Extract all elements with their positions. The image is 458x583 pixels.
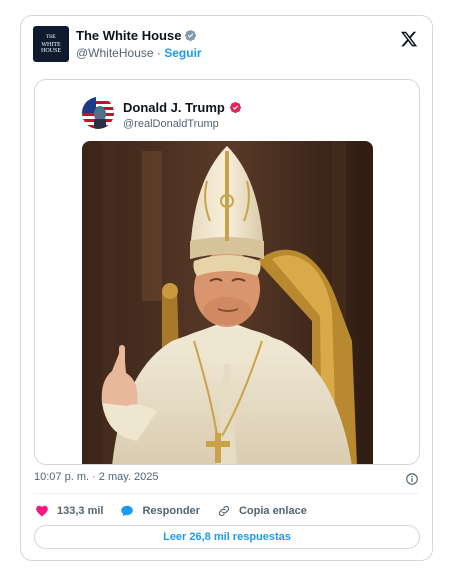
avatar-line-1: THE	[46, 34, 56, 40]
author-subline: @WhiteHouse · Seguir	[76, 46, 202, 60]
quoted-photo[interactable]	[82, 141, 373, 464]
divider	[34, 493, 419, 494]
x-logo-icon[interactable]	[400, 30, 418, 48]
separator-dot: ·	[156, 46, 161, 60]
quoted-tweet[interactable]: Donald J. Trump @realDonaldTrump	[34, 79, 420, 465]
verified-gray-icon	[185, 29, 197, 42]
read-replies-button[interactable]: Leer 26,8 mil respuestas	[34, 525, 420, 549]
reply-label: Responder	[142, 505, 200, 517]
link-icon	[218, 505, 230, 517]
like-button[interactable]: 133,3 mil	[35, 504, 103, 518]
info-icon[interactable]	[405, 472, 419, 486]
quoted-name[interactable]: Donald J. Trump	[123, 100, 225, 115]
copy-link-label: Copia enlace	[238, 505, 307, 517]
avatar-line-3: HOUSE	[40, 47, 61, 54]
flag-portrait-icon	[82, 97, 114, 129]
author-name-row[interactable]: The White House	[76, 28, 197, 43]
reply-bubble-icon	[121, 505, 134, 517]
copy-link-button[interactable]: Copia enlace	[217, 504, 307, 518]
like-count: 133,3 mil	[57, 505, 104, 517]
action-bar: 133,3 mil Responder Copia enlace	[35, 502, 324, 520]
white-house-avatar[interactable]: THE WHITE HOUSE	[33, 26, 69, 62]
pope-portrait-image	[82, 141, 373, 464]
tweet-header: THE WHITE HOUSE The White House @WhiteHo…	[33, 26, 420, 66]
author-name[interactable]: The White House	[76, 28, 181, 43]
heart-icon	[36, 505, 48, 517]
author-handle[interactable]: @WhiteHouse	[76, 46, 154, 60]
reply-button[interactable]: Responder	[120, 504, 200, 518]
follow-button[interactable]: Seguir	[164, 46, 201, 60]
tweet-timestamp[interactable]: 10:07 p. m. · 2 may. 2025	[34, 471, 159, 483]
verified-pink-icon	[229, 101, 241, 114]
embedded-tweet-card: THE WHITE HOUSE The White House @WhiteHo…	[20, 15, 433, 561]
quoted-name-row[interactable]: Donald J. Trump	[123, 100, 242, 115]
quoted-handle[interactable]: @realDonaldTrump	[123, 118, 219, 130]
trump-avatar[interactable]	[82, 97, 114, 129]
